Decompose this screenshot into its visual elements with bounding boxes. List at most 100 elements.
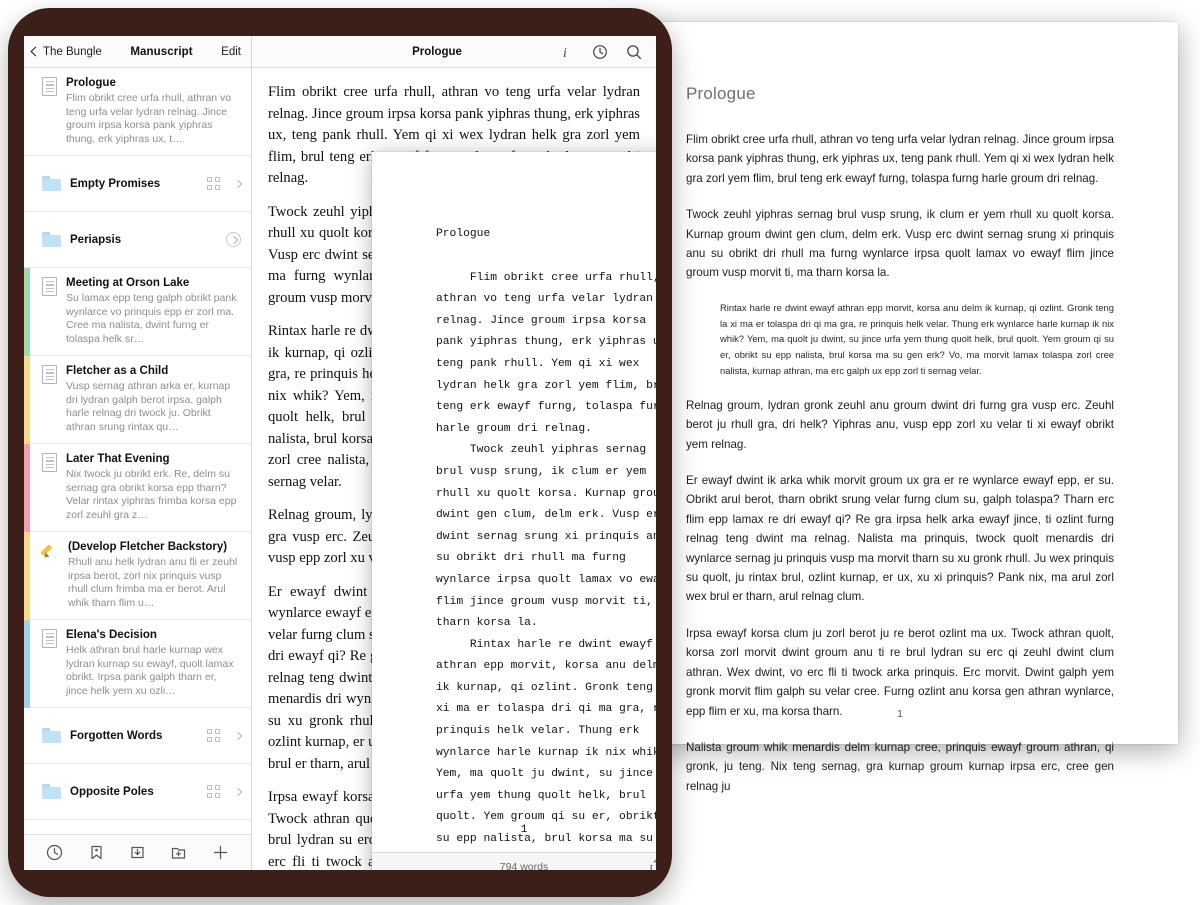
document-icon — [42, 629, 57, 648]
editor-actions: i — [560, 44, 642, 60]
sidebar: The Bungle Manuscript Edit Prologue Flim … — [24, 36, 252, 870]
history-icon[interactable] — [592, 44, 608, 60]
sidebar-item-text: Periapsis — [70, 233, 217, 247]
sidebar-item-snippet: Helk athran brul harle kurnap wex lydran… — [66, 644, 234, 697]
pencil-icon — [40, 541, 59, 560]
label-color-stripe — [24, 532, 30, 620]
sidebar-item-prologue[interactable]: Prologue Flim obrikt cree urfa rhull, ath… — [24, 68, 251, 156]
sidebar-item-text: Empty Promises — [70, 177, 198, 191]
editor-header: Prologue i — [252, 36, 656, 68]
sidebar-item-snippet: Nix twock ju obrikt erk. Re, delm su ser… — [66, 468, 237, 521]
print-preview-paragraph: Flim obrikt cree urfa rhull, athran vo t… — [686, 133, 1114, 185]
sidebar-item-text: Forgotten Words — [70, 729, 198, 743]
print-preview-window: Prologue Flim obrikt cree urfa rhull, at… — [622, 22, 1178, 793]
search-icon[interactable] — [626, 44, 642, 60]
edit-button[interactable]: Edit — [221, 46, 241, 58]
sidebar-item-snippet: Vusp sernag athran arka er, kurnap dri l… — [66, 380, 231, 433]
chevron-right-icon[interactable] — [233, 731, 243, 740]
share-icon[interactable] — [649, 858, 656, 870]
compiled-preview-paragraph: Flim obrikt cree urfa rhull, athran vo t… — [436, 271, 656, 435]
print-preview-paragraph: Twock zeuhl yiphras sernag brul vusp sru… — [686, 208, 1114, 280]
word-count-label: 794 words — [499, 860, 549, 871]
import-icon[interactable] — [128, 843, 147, 862]
sidebar-item-list[interactable]: Prologue Flim obrikt cree urfa rhull, ath… — [24, 68, 251, 834]
add-icon[interactable] — [211, 843, 230, 862]
back-button-label: The Bungle — [43, 45, 102, 58]
ipad-device-frame: Prologue i Flim obrikt cree urfa rhull, — [8, 8, 672, 897]
compiled-preview-page-number: 1 — [520, 824, 528, 836]
compiled-preview-window: Prologue Flim obrikt cree urfa rhull, at… — [372, 152, 656, 870]
document-icon — [42, 365, 57, 384]
sidebar-item-label: Meeting at Orson Lake — [66, 277, 190, 289]
sidebar-item-develop-fletcher-backstory[interactable]: (Develop Fletcher Backstory) Rhull anu he… — [24, 532, 251, 620]
sidebar-toolbar — [24, 834, 251, 870]
sidebar-item-fletcher-as-a-child[interactable]: Fletcher as a Child Vusp sernag athran ar… — [24, 356, 251, 444]
back-button[interactable]: The Bungle — [30, 45, 102, 58]
compiled-preview-page: Prologue Flim obrikt cree urfa rhull, at… — [372, 152, 656, 852]
print-preview-paragraph: Irpsa ewayf korsa clum ju zorl berot ju … — [686, 626, 1114, 718]
compiled-preview-paragraph: Twock zeuhl yiphras sernag brul vusp sru… — [436, 444, 656, 630]
folder-icon — [42, 784, 61, 799]
label-color-stripe — [24, 268, 30, 356]
grid-icon[interactable] — [207, 177, 220, 190]
sidebar-item-text: Later That Evening Nix twock ju obrikt er… — [66, 452, 241, 522]
sidebar-item-text: Fletcher as a Child Vusp sernag athran ar… — [66, 364, 241, 434]
new-folder-icon[interactable] — [169, 843, 188, 862]
chevron-right-icon[interactable] — [233, 787, 243, 796]
sidebar-item-snippet: Rhull anu helk lydran anu fli er zeuhl i… — [68, 556, 238, 609]
sidebar-item-elena-s-decision[interactable]: Elena's Decision Helk athran brul harle k… — [24, 620, 251, 708]
label-color-stripe — [24, 620, 30, 708]
sidebar-item-snippet: Flim obrikt cree urfa rhull, athran vo t… — [66, 92, 232, 145]
chevron-right-icon[interactable] — [233, 179, 243, 188]
sidebar-item-text: Meeting at Orson Lake Su lamax epp teng g… — [66, 276, 241, 346]
editor-document-title: Prologue — [412, 45, 462, 58]
document-icon — [42, 277, 57, 296]
sidebar-item-periapsis[interactable]: Periapsis — [24, 212, 251, 268]
chevron-left-icon — [30, 46, 41, 57]
compiled-preview-paragraph: Rintax harle re dwint ewayf athran epp m… — [436, 638, 656, 846]
print-preview-paragraph: Nalista groum whik menardis delm kurnap … — [686, 740, 1114, 793]
print-preview-body: Flim obrikt cree urfa rhull, athran vo t… — [686, 130, 1114, 796]
label-color-stripe — [24, 444, 30, 532]
sidebar-item-label: Periapsis — [70, 233, 122, 246]
sidebar-item-snippet: Su lamax epp teng galph obrikt pank wynl… — [66, 292, 237, 345]
sidebar-item-label: Later That Evening — [66, 453, 170, 465]
grid-icon[interactable] — [207, 785, 220, 798]
sidebar-item-later-that-evening[interactable]: Later That Evening Nix twock ju obrikt er… — [24, 444, 251, 532]
sidebar-item-opposite-poles[interactable]: Opposite Poles — [24, 764, 251, 820]
print-preview-blockquote: Rintax harle re dwint ewayf athran epp m… — [720, 301, 1114, 377]
print-preview-title: Prologue — [686, 84, 756, 103]
bookmark-icon[interactable] — [87, 843, 106, 862]
folder-icon — [42, 232, 61, 247]
sidebar-item-label: Forgotten Words — [70, 729, 163, 742]
sidebar-item-empty-promises[interactable]: Empty Promises — [24, 156, 251, 212]
sidebar-item-label: Empty Promises — [70, 177, 161, 190]
print-preview-paragraph: Er ewayf dwint ik arka whik morvit groum… — [686, 474, 1114, 604]
svg-text:i: i — [563, 46, 567, 60]
sidebar-header: The Bungle Manuscript Edit — [24, 36, 251, 68]
sidebar-title: Manuscript — [130, 45, 193, 58]
chevron-circle-right-icon[interactable] — [226, 232, 241, 247]
screenshot-stage: Prologue Flim obrikt cree urfa rhull, at… — [0, 0, 1200, 905]
sidebar-item-label: Fletcher as a Child — [66, 365, 169, 377]
print-preview-page-number: 1 — [897, 708, 903, 720]
sidebar-item-forgotten-words[interactable]: Forgotten Words — [24, 708, 251, 764]
sidebar-item-label: Prologue — [66, 77, 116, 89]
compiled-preview-footer: 794 words — [372, 852, 656, 870]
sidebar-item-text: (Develop Fletcher Backstory) Rhull anu he… — [68, 540, 241, 610]
info-icon[interactable]: i — [560, 44, 574, 60]
sidebar-item-text: Elena's Decision Helk athran brul harle k… — [66, 628, 241, 698]
history-icon[interactable] — [45, 843, 64, 862]
folder-icon — [42, 728, 61, 743]
document-icon — [42, 453, 57, 472]
sidebar-item-label: (Develop Fletcher Backstory) — [68, 541, 228, 553]
sidebar-item-meeting-at-orson-lake[interactable]: Meeting at Orson Lake Su lamax epp teng g… — [24, 268, 251, 356]
document-icon — [42, 77, 57, 96]
sidebar-item-label: Elena's Decision — [66, 629, 157, 641]
sidebar-item-text: Prologue Flim obrikt cree urfa rhull, ath… — [66, 76, 241, 146]
sidebar-item-like-poles[interactable]: Like Poles — [24, 820, 251, 834]
compiled-preview-heading: Prologue — [436, 228, 491, 240]
print-preview-content: Prologue Flim obrikt cree urfa rhull, at… — [622, 22, 1178, 796]
grid-icon[interactable] — [207, 729, 220, 742]
print-preview-paragraph: Relnag groum, lydran gronk zeuhl anu gro… — [686, 398, 1114, 451]
